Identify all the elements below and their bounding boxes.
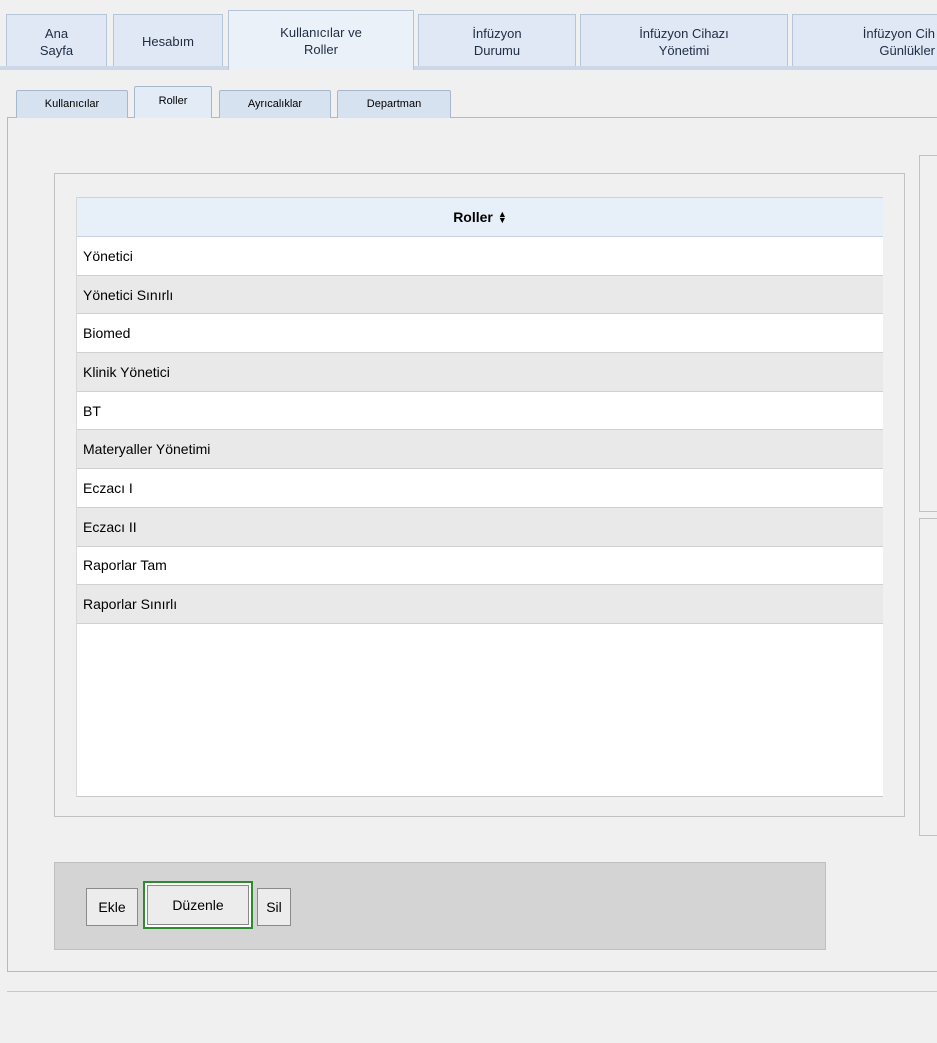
subtab-roles[interactable]: Roller <box>134 86 212 118</box>
tab-home[interactable]: Ana Sayfa <box>6 14 107 68</box>
table-row[interactable]: Eczacı II <box>77 507 883 547</box>
table-row[interactable]: Klinik Yönetici <box>77 353 883 392</box>
table-row[interactable]: Yönetici Sınırlı <box>77 275 883 315</box>
table-row[interactable]: Materyaller Yönetimi <box>77 430 883 470</box>
tab-infusion-device-management-label: İnfüzyon Cihazı Yönetimi <box>639 25 729 58</box>
subtab-department[interactable]: Departman <box>337 90 451 118</box>
roles-column-header-label: Roller <box>453 209 493 225</box>
footer-divider <box>7 991 937 992</box>
role-name: Raporlar Tam <box>83 557 167 574</box>
role-name: Raporlar Sınırlı <box>83 596 178 613</box>
table-row[interactable]: Yönetici <box>77 237 883 276</box>
table-row[interactable]: Eczacı I <box>77 469 883 508</box>
tab-account[interactable]: Hesabım <box>113 14 223 68</box>
role-name: Klinik Yönetici <box>83 363 170 380</box>
tab-infusion-status[interactable]: İnfüzyon Durumu <box>418 14 576 68</box>
subtab-privileges[interactable]: Ayrıcalıklar <box>219 90 331 118</box>
subtab-users[interactable]: Kullanıcılar <box>16 90 128 118</box>
top-navigation: Ana Sayfa Hesabım Kullanıcılar ve Roller… <box>0 0 937 70</box>
delete-button[interactable]: Sil <box>257 888 291 926</box>
add-button[interactable]: Ekle <box>86 888 138 926</box>
role-name: Materyaller Yönetimi <box>83 441 211 458</box>
detail-panel-top <box>919 155 937 512</box>
subtab-roles-label: Roller <box>158 95 188 107</box>
detail-panel-bottom <box>919 518 937 836</box>
tab-account-label: Hesabım <box>141 34 195 49</box>
edit-button[interactable]: Düzenle <box>143 881 253 929</box>
subtab-privileges-label: Ayrıcalıklar <box>247 98 303 110</box>
role-name: Eczacı II <box>83 518 137 535</box>
roles-table: Roller ▲ ▼ Yönetici Yönetici Sınırlı Biom… <box>76 197 883 797</box>
roles-column-header[interactable]: Roller ▲ ▼ <box>77 197 883 237</box>
tab-users-and-roles[interactable]: Kullanıcılar ve Roller <box>228 10 414 70</box>
role-name: Eczacı I <box>83 479 133 496</box>
tab-home-label: Ana Sayfa <box>39 25 74 58</box>
subtab-department-label: Departman <box>366 98 422 110</box>
tab-infusion-status-label: İnfüzyon Durumu <box>472 25 522 58</box>
table-row[interactable]: BT <box>77 391 883 431</box>
role-name: Yönetici Sınırlı <box>83 286 174 303</box>
role-name: Biomed <box>83 325 131 342</box>
table-bottom-border <box>77 796 883 797</box>
tab-infusion-device-logs[interactable]: İnfüzyon Cih Günlükler <box>792 14 937 68</box>
tab-users-and-roles-label: Kullanıcılar ve Roller <box>280 24 362 57</box>
sort-icon[interactable]: ▲ ▼ <box>498 210 507 225</box>
table-row[interactable]: Biomed <box>77 314 883 354</box>
tab-infusion-device-logs-label: İnfüzyon Cih Günlükler <box>862 25 935 58</box>
table-row[interactable]: Raporlar Tam <box>77 546 883 586</box>
role-name: BT <box>83 402 101 419</box>
subtab-users-label: Kullanıcılar <box>44 98 100 110</box>
tab-infusion-device-management[interactable]: İnfüzyon Cihazı Yönetimi <box>580 14 788 68</box>
table-row[interactable]: Raporlar Sınırlı <box>77 585 883 624</box>
role-name: Yönetici <box>83 247 133 264</box>
